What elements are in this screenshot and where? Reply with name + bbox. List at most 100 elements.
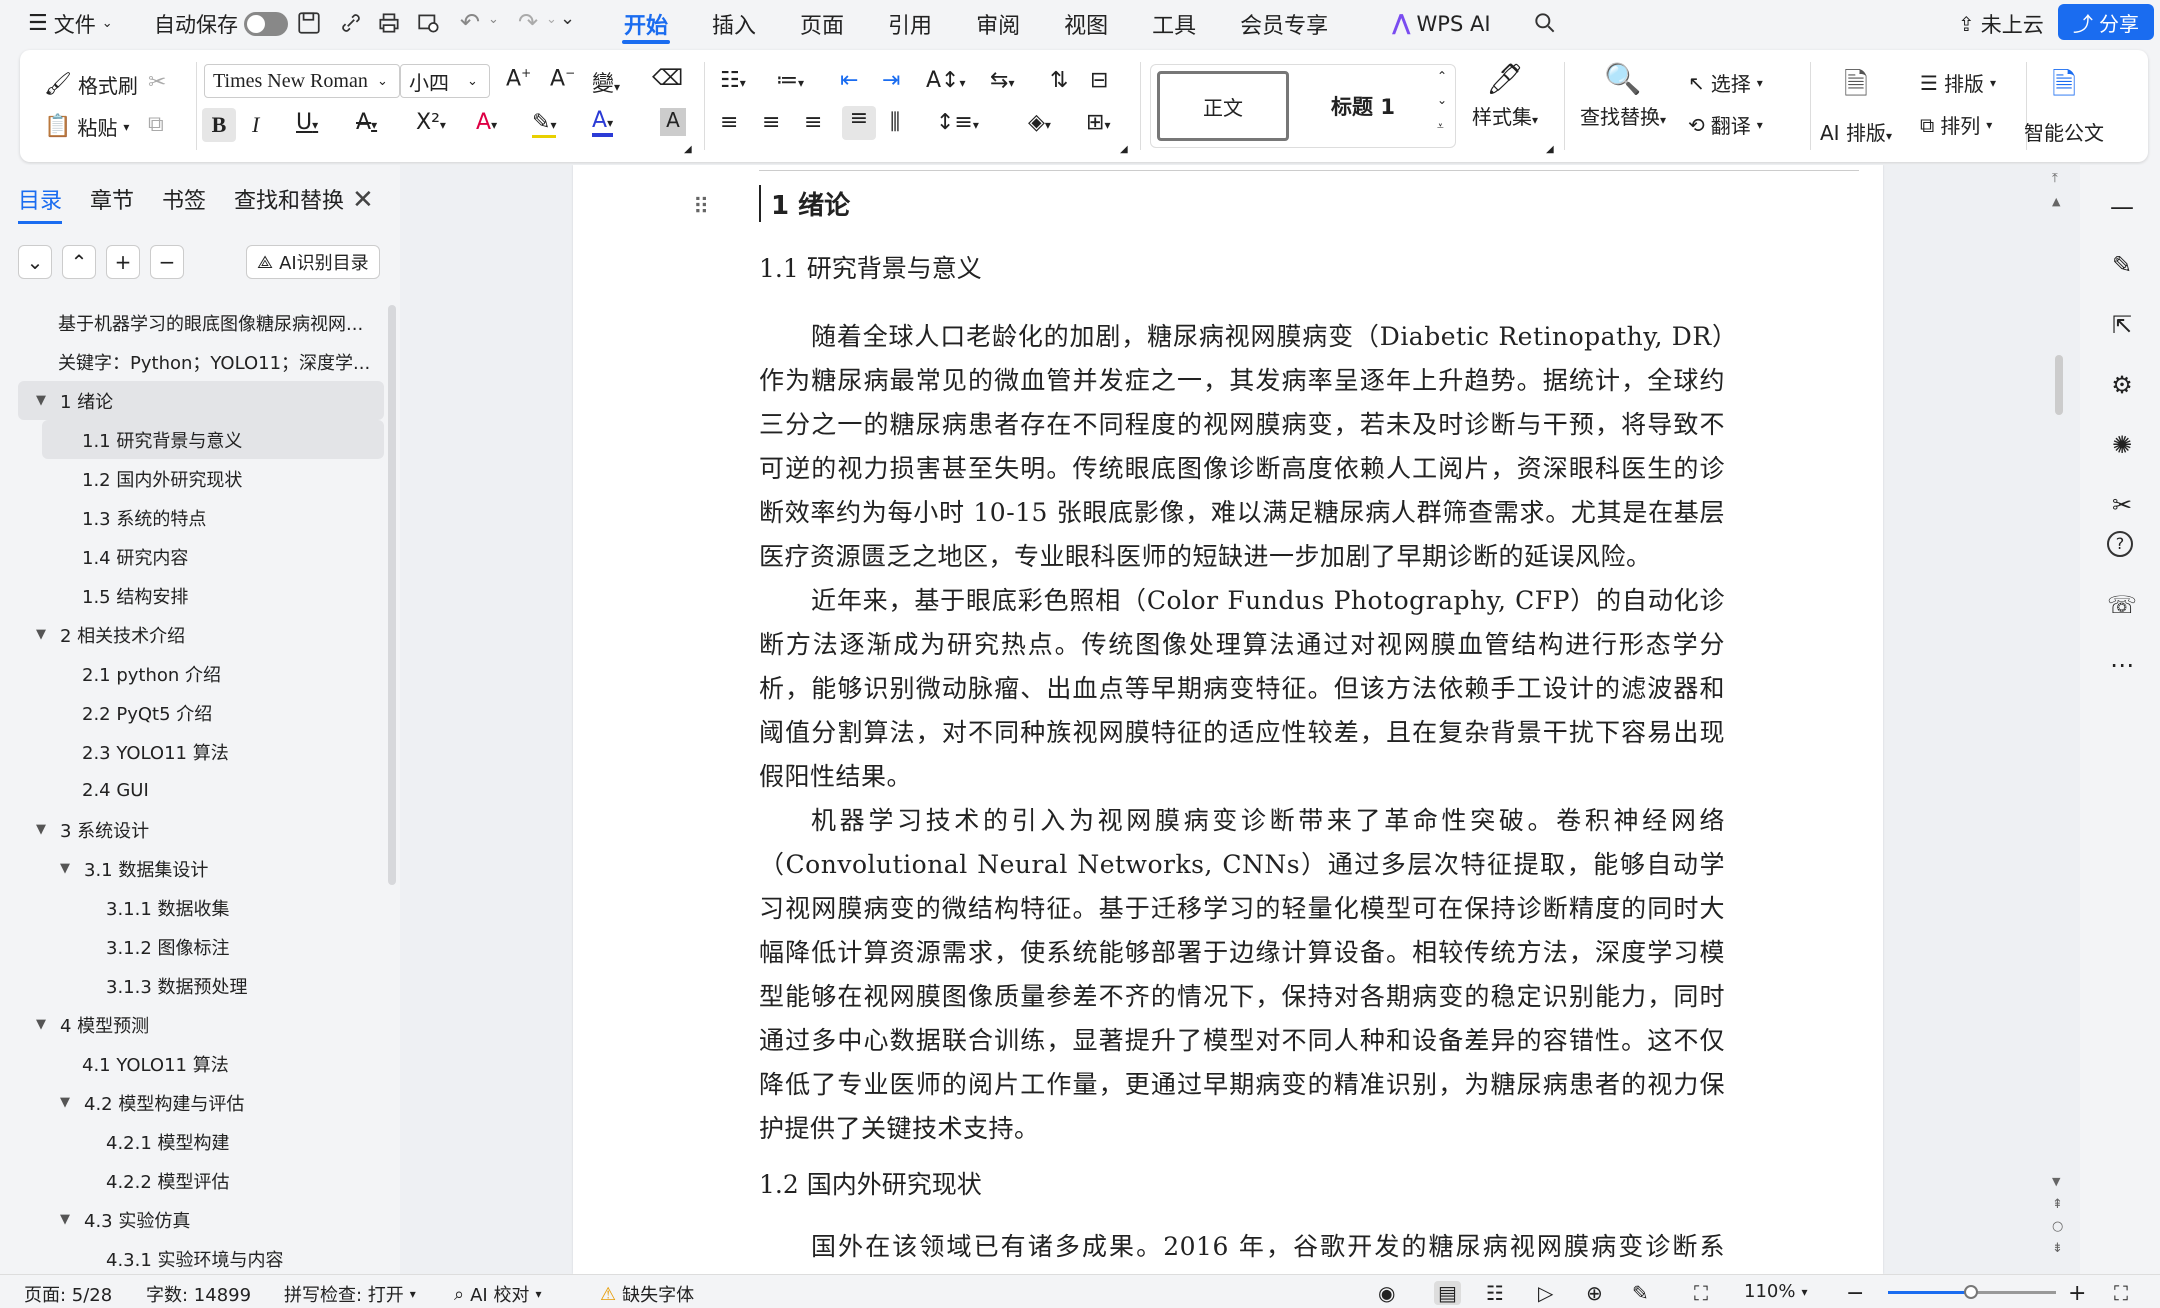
toc-item[interactable]: ▼ 4.3 实验仿真 <box>18 1200 384 1239</box>
fit-page-icon[interactable]: ⛶ <box>1694 1281 1708 1305</box>
toc-item[interactable]: ▼ 3.1 数据集设计 <box>18 849 384 888</box>
toc-item[interactable]: 4.3.1 实验环境与内容 <box>18 1239 384 1278</box>
char-shading-icon[interactable]: A <box>660 108 686 136</box>
prev-page-icon[interactable]: ⇞ <box>2052 1197 2063 1212</box>
toc-item[interactable]: ▼ 4.2 模型构建与评估 <box>18 1083 384 1122</box>
tab-tools[interactable]: 工具 <box>1130 0 1218 47</box>
toc-item[interactable]: 3.1.3 数据预处理 <box>18 966 384 1005</box>
gallery-down-icon[interactable]: ⌄ <box>1437 93 1447 107</box>
print-icon[interactable] <box>376 10 402 36</box>
toc-item[interactable]: 1.2 国内外研究现状 <box>18 459 384 498</box>
minimize-panel-icon[interactable]: — <box>2107 193 2137 223</box>
font-size-select[interactable]: 小四 ⌄ <box>400 64 490 98</box>
toc-item[interactable]: 基于机器学习的眼底图像糖尿病视网... <box>18 303 384 342</box>
ai-check[interactable]: ⌕ AI 校对 ▾ <box>454 1281 541 1307</box>
superscript-icon[interactable]: X²▾ <box>416 110 446 135</box>
zoom-in-icon[interactable]: + <box>2068 1281 2086 1306</box>
tools-icon[interactable]: ✂ <box>2107 491 2137 521</box>
tab-chapters[interactable]: 章节 <box>90 183 134 224</box>
tab-view[interactable]: 视图 <box>1042 0 1130 47</box>
browse-object-icon[interactable]: ○ <box>2052 1219 2063 1234</box>
expand-icon[interactable]: ⌃ <box>62 245 96 279</box>
missing-font[interactable]: ⚠ 缺失字体 <box>600 1281 694 1307</box>
save-icon[interactable] <box>296 10 322 36</box>
dialog-launcher-icon[interactable]: ◢ <box>1546 144 1554 155</box>
doc-scrollbar[interactable] <box>2055 355 2063 415</box>
grow-font-icon[interactable]: A+ <box>506 66 531 91</box>
format-painter-button[interactable]: 🖌 格式刷 <box>44 70 138 99</box>
gallery-more-icon[interactable]: ⩡ <box>1437 119 1444 134</box>
find-replace-button[interactable]: 🔍 查找替换▾ <box>1580 62 1666 130</box>
zoom-slider[interactable] <box>1888 1285 2056 1299</box>
clear-format-icon[interactable]: ⌫ <box>652 66 683 91</box>
scroll-down-icon[interactable]: ▼ <box>2052 1175 2060 1188</box>
link-icon[interactable] <box>338 10 364 36</box>
expand-arrow-icon[interactable]: ▼ <box>36 1017 54 1032</box>
search-icon[interactable] <box>1532 10 1558 36</box>
style-set-button[interactable]: 🖊 样式集▾ <box>1472 62 1538 130</box>
shading-icon[interactable]: ◈▾ <box>1028 110 1051 135</box>
next-page-icon[interactable]: ⇟ <box>2052 1241 2063 1256</box>
justify-icon[interactable]: ≡ <box>842 106 876 140</box>
ai-toc-button[interactable]: ⟁ AI识别目录 <box>246 245 380 279</box>
bullet-list-icon[interactable]: ☷▾ <box>720 68 746 93</box>
tab-bookmarks[interactable]: 书签 <box>162 183 206 224</box>
bold-button[interactable]: B <box>202 108 236 142</box>
align-left-icon[interactable]: ≡ <box>720 110 738 135</box>
toc-item[interactable]: 2.2 PyQt5 介绍 <box>18 693 384 732</box>
toc-item[interactable]: 3.1.2 图像标注 <box>18 927 384 966</box>
web-view-icon[interactable]: ⊕ <box>1586 1281 1603 1305</box>
numbered-list-icon[interactable]: ≔▾ <box>776 68 804 93</box>
redo-icon[interactable]: ↷ <box>518 8 538 36</box>
increase-indent-icon[interactable]: ⇥ <box>882 68 900 93</box>
customer-service-icon[interactable]: ☏ <box>2107 591 2137 621</box>
more-icon[interactable]: ⋯ <box>2107 651 2137 681</box>
toc-item[interactable]: 4.2.1 模型构建 <box>18 1122 384 1161</box>
toc-item[interactable]: 4.1 YOLO11 算法 <box>18 1044 384 1083</box>
spell-check[interactable]: 拼写检查: 打开 ▾ <box>284 1281 416 1307</box>
dialog-launcher-icon[interactable]: ◢ <box>684 144 692 155</box>
expand-arrow-icon[interactable]: ▼ <box>36 822 54 837</box>
tab-references[interactable]: 引用 <box>866 0 954 47</box>
pen-icon[interactable]: ✎ <box>2107 251 2137 281</box>
gallery-up-icon[interactable]: ⌃ <box>1437 69 1447 83</box>
tab-home[interactable]: 开始 <box>602 0 690 47</box>
scroll-top-icon[interactable]: ⤒ <box>2052 171 2058 186</box>
toc-scrollbar[interactable] <box>388 305 396 885</box>
undo-dropdown-icon[interactable]: ⌄ <box>488 12 499 27</box>
close-icon[interactable]: ✕ <box>352 185 374 215</box>
smart-doc-button[interactable]: 🗎 智能公文 <box>2024 62 2104 146</box>
word-count[interactable]: 字数: 14899 <box>146 1281 251 1307</box>
print-preview-icon[interactable] <box>416 10 442 36</box>
reading-mode-icon[interactable]: ▷ <box>1538 1281 1553 1305</box>
file-menu[interactable]: ☰ 文件 ⌄ <box>20 4 121 44</box>
sort-icon[interactable]: ⇅ <box>1050 68 1068 93</box>
select-button[interactable]: ↖ 选择 ▾ <box>1688 68 1763 97</box>
page-count[interactable]: 页面: 5/28 <box>24 1281 112 1307</box>
strikethrough-icon[interactable]: A▾ <box>356 110 377 135</box>
dialog-launcher-icon[interactable]: ◢ <box>1120 144 1128 155</box>
collapse-icon[interactable]: ⌄ <box>18 245 52 279</box>
toc-item[interactable]: 关键字：Python；YOLO11；深度学... <box>18 342 384 381</box>
expand-arrow-icon[interactable]: ▼ <box>60 861 78 876</box>
shrink-font-icon[interactable]: A− <box>550 66 575 91</box>
toc-item[interactable]: 1.1 研究背景与意义 <box>42 420 384 459</box>
zoom-out-icon[interactable]: − <box>1846 1281 1864 1306</box>
autosave-toggle[interactable]: 自动保存 <box>146 4 296 44</box>
zoom-slider-thumb[interactable] <box>1964 1285 1978 1299</box>
arrange-button[interactable]: ⧉ 排列 ▾ <box>1920 110 1992 139</box>
document-page[interactable]: ⠿ 1 绪论 1.1 研究背景与意义 随着全球人口老龄化的加剧，糖尿病视网膜病变… <box>573 165 1883 1274</box>
remove-icon[interactable]: − <box>150 245 184 279</box>
font-color-icon[interactable]: A▾ <box>592 108 614 137</box>
tab-find-replace[interactable]: 查找和替换 <box>234 183 344 224</box>
copy-icon[interactable]: ⧉ <box>148 112 164 137</box>
borders-icon[interactable]: ⊞▾ <box>1086 110 1110 135</box>
ai-assistant-icon[interactable]: ✺ <box>2107 431 2137 461</box>
italic-icon[interactable]: I <box>252 112 259 138</box>
toc-item[interactable]: 4.2.2 模型评估 <box>18 1161 384 1200</box>
cut-icon[interactable]: ✂ <box>148 70 166 95</box>
scroll-up-icon[interactable]: ▲ <box>2052 195 2060 208</box>
expand-arrow-icon[interactable]: ▼ <box>36 627 54 642</box>
wps-ai-button[interactable]: ⋀ WPS AI <box>1384 4 1499 44</box>
tab-page[interactable]: 页面 <box>778 0 866 47</box>
